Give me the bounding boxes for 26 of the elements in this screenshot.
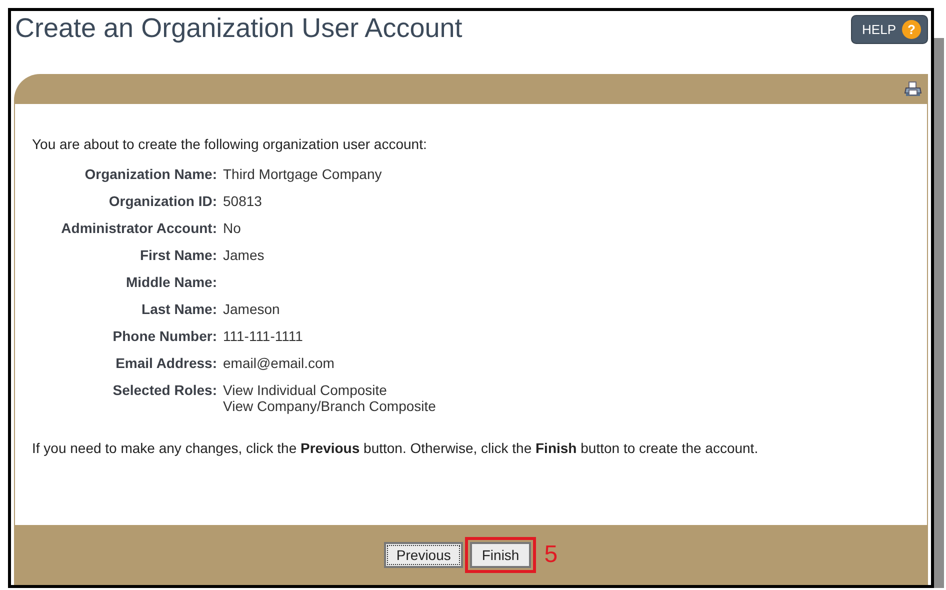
action-button[interactable]: Finish (470, 542, 532, 568)
field-label: Selected Roles: (112, 382, 217, 400)
field-value: James (223, 247, 266, 263)
action-button[interactable]: Previous (384, 542, 463, 568)
field-value: email@email.com (223, 355, 336, 371)
field-value: View Individual Composite (223, 382, 388, 398)
field-value: 50813 (223, 193, 263, 209)
instruction-text: If you need to make any changes, click the Previous button. Otherwise, click the Finish button to create the account. (32, 440, 760, 456)
field-label: Organization ID: (108, 193, 217, 209)
field-value: Jameson (223, 301, 281, 317)
field-value: No (223, 220, 242, 236)
field-label: Organization Name: (84, 166, 217, 182)
help-button[interactable]: HELP ? (851, 15, 928, 44)
field-label: Last Name: (140, 301, 217, 317)
field-label: Email Address: (114, 355, 217, 371)
field-label: First Name: (138, 247, 217, 263)
field-value: 111-111-1111 (223, 328, 304, 344)
step-number: 5 (544, 541, 558, 569)
field-label: Administrator Account: (60, 220, 217, 236)
intro-text: You are about to create the following organization user account: (32, 136, 428, 152)
field-value: Third Mortgage Company (223, 166, 383, 182)
page-title: Create an Organization User Account (14, 12, 462, 44)
printer-icon[interactable] (904, 81, 922, 97)
field-label: Phone Number: (112, 328, 217, 344)
field-value: View Company/Branch Composite (223, 398, 437, 414)
field-label: Middle Name: (124, 274, 217, 290)
